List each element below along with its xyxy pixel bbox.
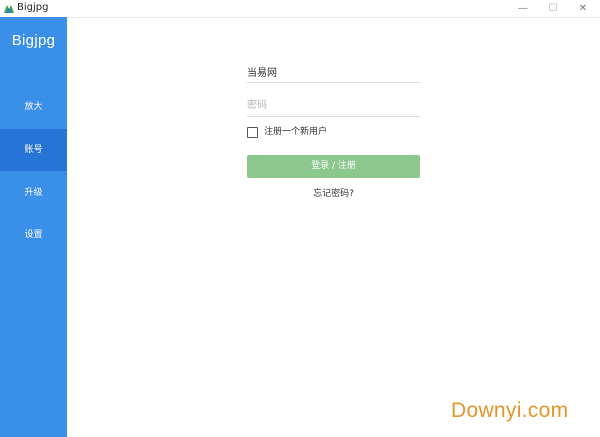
title-bar[interactable]: Bigjpg — ☐ ✕ <box>0 0 600 18</box>
forgot-password-link[interactable]: 忘记密码? <box>247 186 420 199</box>
register-checkbox[interactable] <box>247 127 258 138</box>
sidebar: Bigjpg 放大 账号 升级 设置 <box>0 17 67 437</box>
app-window: Bigjpg — ☐ ✕ Bigjpg 放大 账号 升级 设置 注册一个新用户 … <box>0 0 600 437</box>
sidebar-item-enlarge[interactable]: 放大 <box>0 86 67 128</box>
brand-title: Bigjpg <box>11 32 56 49</box>
register-checkbox-label[interactable]: 注册一个新用户 <box>264 126 327 139</box>
maximize-icon[interactable]: ☐ <box>538 0 568 17</box>
minimize-icon[interactable]: — <box>508 0 538 17</box>
password-field[interactable] <box>247 94 420 117</box>
username-field[interactable] <box>247 60 420 83</box>
sidebar-item-settings[interactable]: 设置 <box>0 214 67 256</box>
sidebar-item-account[interactable]: 账号 <box>0 129 67 171</box>
window-title: Bigjpg <box>17 2 49 13</box>
bigjpg-logo-icon <box>4 5 14 13</box>
close-icon[interactable]: ✕ <box>568 0 598 17</box>
sidebar-item-upgrade[interactable]: 升级 <box>0 172 67 214</box>
login-register-button[interactable]: 登录 / 注册 <box>247 155 420 178</box>
watermark: Downyi.com <box>451 399 569 422</box>
